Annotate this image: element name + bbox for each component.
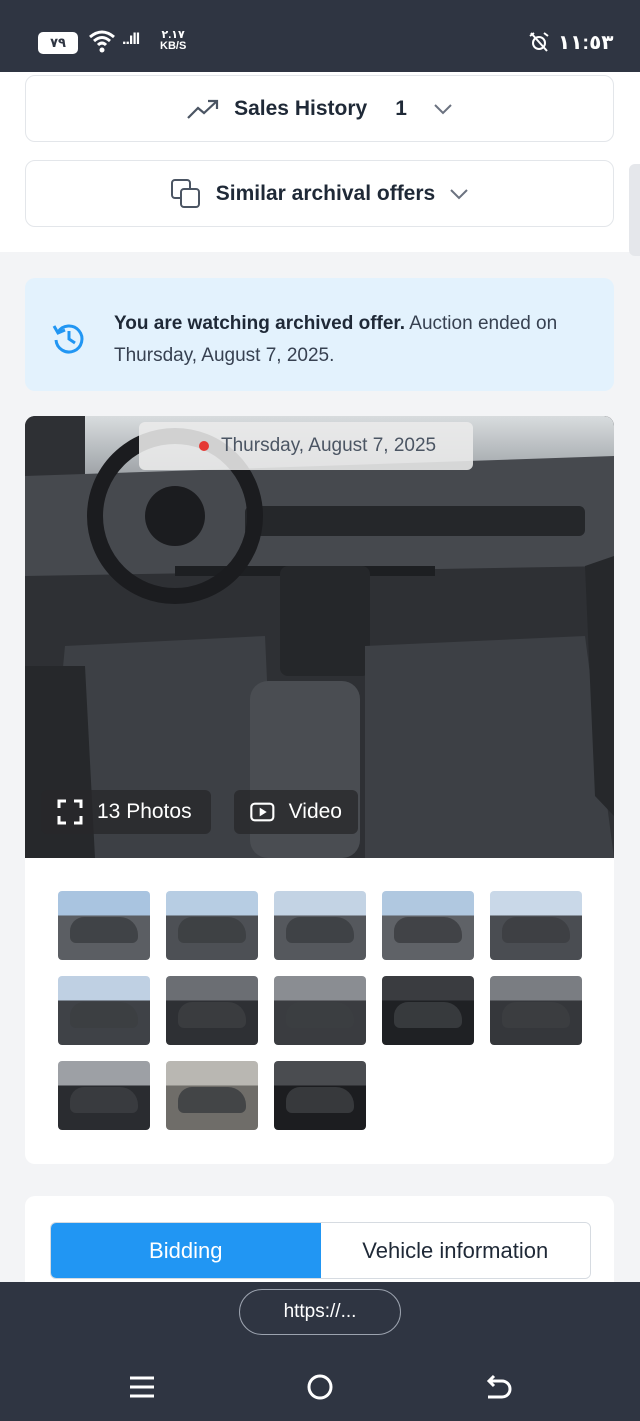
photo-thumbnail[interactable] [166, 976, 258, 1045]
tabs-card: Bidding Vehicle information [25, 1196, 614, 1282]
sales-history-label: Sales History [234, 96, 368, 120]
car-shape [394, 1002, 462, 1028]
photo-thumbnail[interactable] [58, 891, 150, 960]
accordion-section: Sales History 1 Similar archival offers [0, 72, 640, 256]
url-bar[interactable]: https://... [239, 1289, 401, 1335]
car-shape [502, 917, 570, 943]
photo-gallery: Thursday, August 7, 2025 13 Photos Video [25, 416, 614, 1164]
offer-tabs: Bidding Vehicle information [50, 1222, 591, 1279]
recent-apps-icon[interactable] [127, 1372, 157, 1402]
clock: ١١:٥٣ [558, 32, 614, 54]
history-icon [52, 324, 84, 354]
car-shape [70, 1002, 138, 1028]
chevron-down-icon [434, 103, 452, 114]
browser-bottom-bar: https://... [0, 1282, 640, 1421]
wifi-icon [89, 30, 115, 53]
fullscreen-icon [57, 799, 83, 825]
car-shape [286, 917, 354, 943]
photo-thumbnail[interactable] [490, 891, 582, 960]
car-shape [502, 1002, 570, 1028]
car-shape [178, 917, 246, 943]
photos-count-label: 13 Photos [97, 800, 192, 823]
alarm-off-icon [529, 32, 549, 52]
copy-icon [170, 178, 200, 208]
sales-history-count: 1 [395, 96, 407, 120]
battery-indicator: ٧٩ [38, 32, 78, 54]
similar-offers-accordion[interactable]: Similar archival offers [25, 160, 614, 227]
photo-thumbnail[interactable] [382, 891, 474, 960]
photo-thumbnail[interactable] [166, 1061, 258, 1130]
signal-icon: ..ıll [122, 31, 140, 48]
video-label: Video [288, 800, 342, 823]
main-vehicle-photo[interactable]: Thursday, August 7, 2025 13 Photos Video [25, 416, 614, 858]
tab-vehicle-information[interactable]: Vehicle information [320, 1223, 590, 1278]
photo-thumbnail[interactable] [274, 976, 366, 1045]
home-icon[interactable] [305, 1372, 335, 1402]
live-dot [199, 441, 209, 451]
car-shape [178, 1087, 246, 1113]
sales-history-accordion[interactable]: Sales History 1 [25, 75, 614, 142]
similar-offers-label: Similar archival offers [215, 181, 436, 205]
status-bar: ٧٩ ..ıll ٢.١٧ KB/S ١١:٥٣ [0, 0, 640, 72]
car-shape [178, 1002, 246, 1028]
back-icon[interactable] [484, 1372, 514, 1402]
car-shape [286, 1002, 354, 1028]
photos-button[interactable]: 13 Photos [41, 790, 211, 834]
auction-date: Thursday, August 7, 2025 [221, 435, 437, 456]
car-shape [286, 1087, 354, 1113]
photo-thumbnail[interactable] [274, 1061, 366, 1130]
photo-thumbnail[interactable] [490, 976, 582, 1045]
archived-notice-text: You are watching archived offer. Auction… [114, 308, 584, 372]
page-content: Sales History 1 Similar archival offers … [0, 72, 640, 1282]
photo-thumbnail[interactable] [382, 976, 474, 1045]
video-button[interactable]: Video [234, 790, 358, 834]
photo-thumbnail[interactable] [58, 976, 150, 1045]
tab-bidding[interactable]: Bidding [51, 1223, 321, 1278]
car-shape [70, 917, 138, 943]
network-speed: ٢.١٧ KB/S [160, 30, 186, 52]
archived-offer-notice: You are watching archived offer. Auction… [25, 278, 614, 391]
auction-date-badge: Thursday, August 7, 2025 [139, 422, 473, 470]
photo-thumbnail[interactable] [166, 891, 258, 960]
car-shape [70, 1087, 138, 1113]
network-speed-unit: KB/S [160, 40, 187, 52]
chevron-down-icon [450, 188, 468, 199]
photo-thumbnail[interactable] [58, 1061, 150, 1130]
scrollbar-thumb[interactable] [629, 164, 640, 256]
play-video-icon [250, 802, 275, 822]
archived-notice-bold: You are watching archived offer. [114, 313, 406, 334]
car-shape [394, 917, 462, 943]
photo-thumbnail[interactable] [274, 891, 366, 960]
trending-up-icon [187, 99, 219, 119]
